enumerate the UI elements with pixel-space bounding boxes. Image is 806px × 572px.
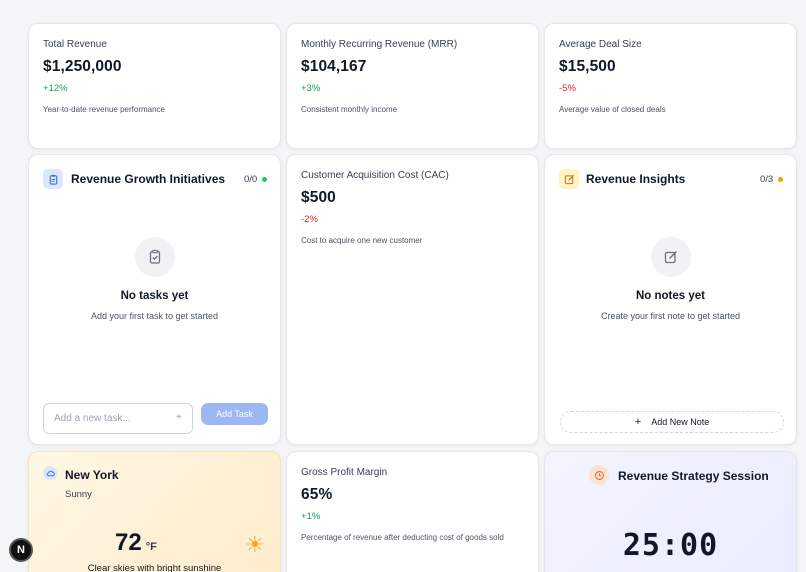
timer-display[interactable]: 25:00	[545, 528, 796, 563]
metric-value: 65%	[301, 486, 333, 503]
status-dot	[778, 177, 784, 182]
metric-label: Total Revenue	[43, 39, 107, 50]
empty-tasks-subtitle: Add your first task to get started	[90, 311, 219, 321]
sun-icon: ☀	[245, 532, 265, 557]
metric-description: Percentage of revenue after deducting co…	[301, 533, 504, 542]
gross-profit-margin-card: Gross Profit Margin 65% +1% Percentage o…	[286, 451, 539, 572]
plus-icon: +	[176, 412, 182, 423]
plus-icon: +	[634, 416, 642, 428]
weather-city: New York	[65, 468, 119, 482]
metric-change: +3%	[301, 83, 321, 94]
add-new-note-button[interactable]: + Add New Note	[560, 411, 784, 433]
metric-label: Average Deal Size	[559, 39, 642, 50]
clipboard-icon	[43, 169, 63, 189]
metric-label: Monthly Recurring Revenue (MRR)	[301, 39, 458, 50]
metric-value: $1,250,000	[43, 58, 122, 75]
metric-value: $500	[301, 189, 336, 206]
temperature-value: 72	[115, 529, 142, 556]
metric-change: +1%	[301, 511, 321, 522]
add-note-label: Add New Note	[651, 417, 710, 427]
tasks-title: Revenue Growth Initiatives	[71, 172, 226, 186]
tasks-count: 0/0	[244, 174, 268, 185]
empty-tasks-title: No tasks yet	[120, 290, 189, 302]
empty-notes-icon	[651, 237, 691, 277]
mrr-card: Monthly Recurring Revenue (MRR) $104,167…	[286, 23, 539, 149]
metric-change: -5%	[559, 83, 576, 94]
add-task-button[interactable]: Add Task	[201, 403, 268, 425]
metric-label: Customer Acquisition Cost (CAC)	[301, 170, 449, 181]
metric-value: $104,167	[301, 58, 367, 75]
new-task-input[interactable]	[43, 403, 193, 434]
weather-description: Clear skies with bright sunshine	[87, 563, 222, 572]
cac-card: Customer Acquisition Cost (CAC) $500 -2%…	[286, 154, 539, 445]
tasks-count-text: 0/0	[244, 174, 258, 185]
edit-note-icon	[559, 169, 579, 189]
metric-value: $15,500	[559, 58, 616, 75]
clock-icon	[589, 465, 609, 485]
weather-condition: Sunny	[65, 489, 92, 500]
metric-label: Gross Profit Margin	[301, 467, 388, 478]
empty-notes-title: No notes yet	[635, 290, 705, 302]
metric-change: -2%	[301, 214, 318, 225]
metric-change: +12%	[43, 83, 68, 94]
weather-card: New York Sunny 72 °F ☀ Clear skies with …	[28, 451, 281, 572]
notes-count: 0/3	[760, 174, 784, 185]
empty-notes-subtitle: Create your first note to get started	[600, 311, 741, 321]
timer-card: Revenue Strategy Session 25:00	[544, 451, 797, 572]
total-revenue-card: Total Revenue $1,250,000 +12% Year-to-da…	[28, 23, 281, 149]
notes-card: Revenue Insights 0/3 No notes yet Create…	[544, 154, 797, 445]
notes-title: Revenue Insights	[586, 172, 686, 186]
empty-tasks-icon	[135, 237, 175, 277]
tasks-card: Revenue Growth Initiatives 0/0 No tasks …	[28, 154, 281, 445]
cloud-icon	[43, 466, 57, 480]
timer-title: Revenue Strategy Session	[618, 469, 769, 483]
temperature-unit: °F	[145, 541, 157, 553]
metric-description: Cost to acquire one new customer	[301, 236, 423, 245]
average-deal-size-card: Average Deal Size $15,500 -5% Average va…	[544, 23, 797, 149]
app-logo-button[interactable]: N	[9, 538, 33, 562]
metric-description: Year-to-date revenue performance	[43, 105, 165, 114]
metric-description: Consistent monthly income	[301, 105, 398, 114]
metric-description: Average value of closed deals	[559, 105, 666, 114]
notes-count-text: 0/3	[760, 174, 774, 185]
status-dot	[262, 177, 268, 182]
weather-temperature: 72 °F	[115, 529, 157, 557]
